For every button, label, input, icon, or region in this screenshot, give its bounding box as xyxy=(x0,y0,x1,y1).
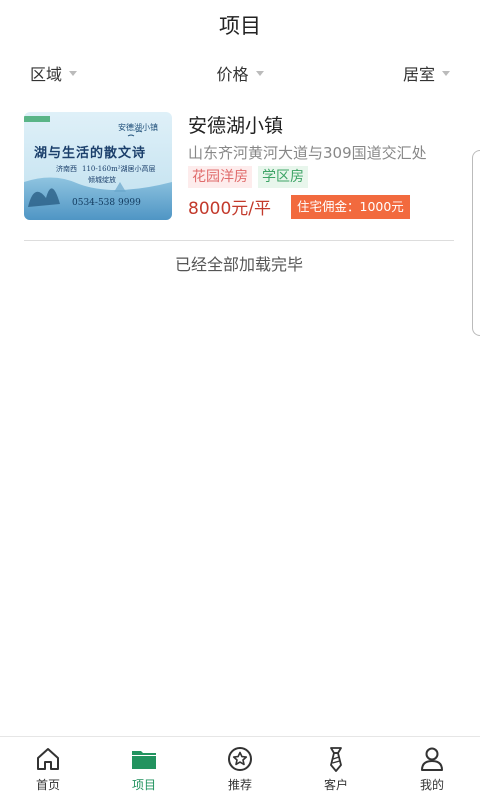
poster-area: 110-160m²湖居小高层 xyxy=(82,165,156,173)
home-icon xyxy=(37,747,59,770)
poster-phone: 0534-538 9999 xyxy=(72,198,141,208)
project-address: 山东齐河黄河大道与309国道交汇处 xyxy=(188,144,427,162)
tag-school-district: 学区房 xyxy=(258,166,308,188)
tab-projects[interactable]: 项目 xyxy=(96,737,192,800)
filter-rooms-label: 居室 xyxy=(402,65,435,84)
caret-down-icon xyxy=(69,70,78,76)
filter-price[interactable]: 价格 xyxy=(216,61,264,85)
star-icon xyxy=(228,746,252,771)
project-info: 安德湖小镇 山东齐河黄河大道与309国道交汇处 花园洋房 学区房 8000元/平… xyxy=(188,112,454,220)
poster-extra: 倾城绽放 xyxy=(88,176,116,184)
price-row: 8000元/平 住宅佣金：1000元 xyxy=(188,194,454,219)
filter-rooms[interactable]: 居室 xyxy=(403,61,450,85)
filter-bar: 区域 价格 居室 xyxy=(0,50,480,96)
tab-mine-label: 我的 xyxy=(419,777,444,792)
commission-badge: 住宅佣金：1000元 xyxy=(291,194,410,219)
user-icon xyxy=(421,747,443,771)
bottom-tab-bar: 首页 项目 推荐 客户 我的 xyxy=(0,736,480,800)
filter-price-label: 价格 xyxy=(216,65,249,84)
project-tags: 花园洋房 学区房 xyxy=(188,166,454,188)
tab-home-label: 首页 xyxy=(35,777,60,792)
tab-recommend-label: 推荐 xyxy=(227,777,252,792)
poster-brand: 安德湖小镇 xyxy=(118,123,158,132)
filter-region-label: 区域 xyxy=(30,65,63,84)
filter-region[interactable]: 区域 xyxy=(30,61,78,85)
project-card[interactable]: 安德湖小镇 湖与生活的散文诗 济南西 110-160m²湖居小高层 倾城绽放 0… xyxy=(24,96,454,241)
poster-location: 济南西 xyxy=(56,165,77,173)
poster-slogan: 湖与生活的散文诗 xyxy=(34,146,147,161)
project-list: 安德湖小镇 湖与生活的散文诗 济南西 110-160m²湖居小高层 倾城绽放 0… xyxy=(0,96,480,275)
caret-down-icon xyxy=(255,70,264,76)
folder-icon xyxy=(132,750,156,769)
side-drawer-handle[interactable] xyxy=(472,150,480,336)
tag-garden-house: 花园洋房 xyxy=(188,166,252,188)
tie-icon xyxy=(330,746,342,772)
tab-customers[interactable]: 客户 xyxy=(288,737,384,800)
tab-projects-label: 项目 xyxy=(131,777,156,792)
tab-recommend[interactable]: 推荐 xyxy=(192,737,288,800)
top-bar: 项目 xyxy=(0,0,480,50)
caret-down-icon xyxy=(441,70,450,76)
page-title: 项目 xyxy=(219,14,261,38)
project-image: 安德湖小镇 湖与生活的散文诗 济南西 110-160m²湖居小高层 倾城绽放 0… xyxy=(24,112,172,220)
tab-mine[interactable]: 我的 xyxy=(384,737,480,800)
tab-home[interactable]: 首页 xyxy=(0,737,96,800)
poster-overlay: 安德湖小镇 湖与生活的散文诗 济南西 110-160m²湖居小高层 倾城绽放 0… xyxy=(24,112,172,220)
tab-customers-label: 客户 xyxy=(323,777,348,792)
list-end-text: 已经全部加载完毕 xyxy=(174,255,303,274)
project-price: 8000元/平 xyxy=(188,199,271,219)
project-name: 安德湖小镇 xyxy=(188,115,284,137)
